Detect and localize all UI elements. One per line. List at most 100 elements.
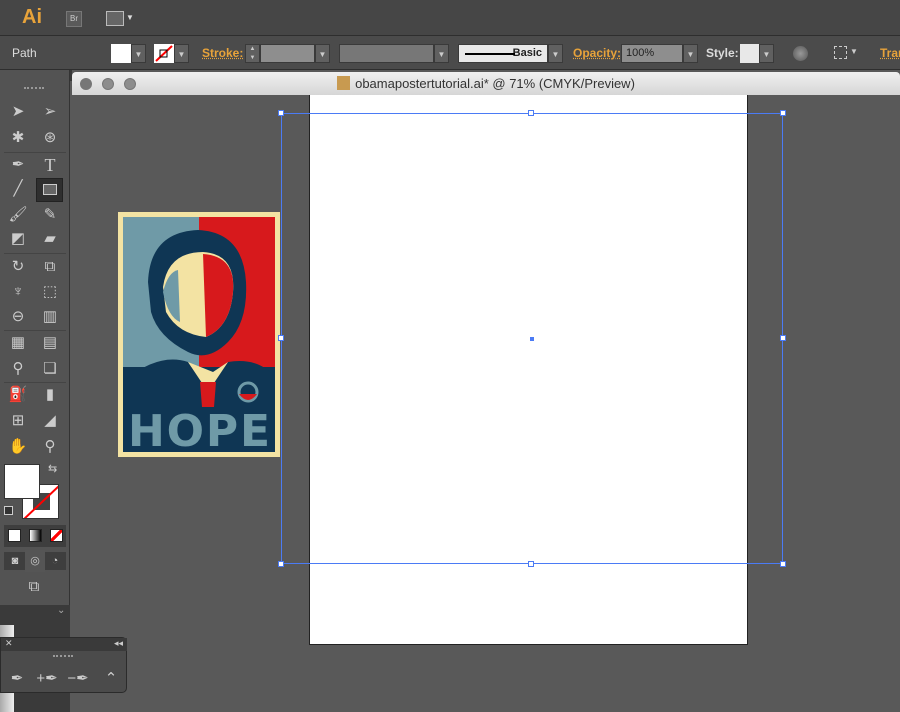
- color-mode-group: [4, 525, 66, 547]
- gradient-button[interactable]: [29, 529, 42, 542]
- slice-tool-icon[interactable]: ◢: [38, 410, 62, 432]
- direct-selection-tool-icon[interactable]: ➢: [38, 101, 62, 123]
- none-button[interactable]: [50, 529, 63, 542]
- zoom-tool-icon[interactable]: ⚲: [38, 436, 62, 458]
- gradient-tool-icon[interactable]: ▤: [38, 332, 62, 354]
- panel-header: ✕ ◂◂: [1, 638, 127, 651]
- blob-brush-tool-icon[interactable]: ◩: [6, 228, 30, 250]
- warp-tool-icon[interactable]: ♆: [6, 281, 30, 303]
- draw-behind-icon[interactable]: ◎: [25, 550, 45, 572]
- chevron-down-icon[interactable]: ▼: [850, 47, 858, 56]
- opacity-dropdown[interactable]: ▼: [683, 44, 698, 63]
- close-icon[interactable]: ✕: [5, 638, 13, 649]
- document-title-bar[interactable]: obamapostertutorial.ai* @ 71% (CMYK/Prev…: [72, 72, 900, 95]
- style-label: Style:: [706, 46, 739, 60]
- variable-width-profile[interactable]: [339, 44, 434, 63]
- divider: [4, 253, 66, 254]
- mesh-tool-icon[interactable]: ▦: [6, 332, 30, 354]
- isolate-selection-icon[interactable]: [834, 46, 847, 59]
- resize-handle[interactable]: [780, 110, 786, 116]
- scale-tool-icon[interactable]: ⧉: [38, 256, 62, 278]
- lasso-tool-icon[interactable]: ⊛: [38, 127, 62, 149]
- stroke-weight-input[interactable]: [260, 44, 315, 63]
- symbol-sprayer-tool-icon[interactable]: ⛽: [6, 384, 30, 406]
- brush-dropdown[interactable]: ▼: [548, 44, 563, 63]
- pencil-tool-icon[interactable]: ✎: [38, 204, 62, 226]
- artboard-tool-icon[interactable]: ⊞: [6, 410, 30, 432]
- blend-tool-icon[interactable]: ❏: [38, 358, 62, 380]
- panel-grip[interactable]: [53, 655, 73, 657]
- bridge-button[interactable]: Br: [66, 11, 82, 27]
- shape-builder-tool-icon[interactable]: ⊖: [6, 306, 30, 328]
- swap-colors-icon[interactable]: ⇆: [48, 462, 57, 475]
- brush-definition[interactable]: Basic: [458, 44, 548, 63]
- stroke-weight-dropdown[interactable]: ▼: [315, 44, 330, 63]
- add-anchor-point-tool-icon[interactable]: +✒: [35, 668, 59, 690]
- selection-type-label: Path: [12, 46, 37, 60]
- fill-dropdown[interactable]: ▼: [131, 44, 146, 63]
- resize-handle[interactable]: [528, 110, 534, 116]
- graphic-style-swatch[interactable]: [740, 44, 760, 63]
- arrange-documents-button[interactable]: [106, 11, 124, 26]
- perspective-grid-tool-icon[interactable]: ▥: [38, 306, 62, 328]
- resize-handle[interactable]: [278, 561, 284, 567]
- selection-tool-icon[interactable]: ➤: [6, 101, 30, 123]
- illustrator-logo: Ai: [22, 6, 42, 28]
- eraser-tool-icon[interactable]: ▰: [38, 228, 62, 250]
- resize-handle[interactable]: [278, 335, 284, 341]
- opacity-input[interactable]: 100%: [621, 44, 683, 63]
- ai-file-icon: [337, 76, 351, 90]
- line-tool-icon[interactable]: ╱: [6, 178, 30, 200]
- transform-label[interactable]: Tran: [880, 46, 900, 60]
- stroke-weight-stepper[interactable]: ▲ ▼: [245, 44, 260, 63]
- close-window-button[interactable]: [80, 78, 92, 90]
- convert-anchor-point-tool-icon[interactable]: ⌃: [99, 668, 123, 690]
- stroke-label[interactable]: Stroke:: [202, 46, 243, 60]
- default-colors-icon[interactable]: [4, 506, 13, 515]
- type-tool-icon[interactable]: T: [38, 154, 62, 176]
- resize-handle[interactable]: [278, 110, 284, 116]
- resize-handle[interactable]: [528, 561, 534, 567]
- selection-bounding-box[interactable]: [278, 110, 786, 567]
- opacity-label[interactable]: Opacity:: [573, 46, 621, 60]
- recolor-artwork-icon[interactable]: [793, 46, 808, 61]
- divider: [4, 382, 66, 383]
- paintbrush-tool-icon[interactable]: 🖌: [6, 204, 30, 226]
- profile-dropdown[interactable]: ▼: [434, 44, 449, 63]
- collapse-icon[interactable]: ◂◂: [114, 638, 123, 649]
- chevron-down-icon[interactable]: ⌄: [57, 605, 65, 616]
- resize-handle[interactable]: [780, 335, 786, 341]
- color-button[interactable]: [8, 529, 21, 542]
- style-dropdown[interactable]: ▼: [759, 44, 774, 63]
- minimize-window-button[interactable]: [102, 78, 114, 90]
- rectangle-tool-icon[interactable]: [36, 178, 63, 202]
- hope-poster-image[interactable]: HOPE: [118, 212, 280, 457]
- column-graph-tool-icon[interactable]: ▮: [38, 384, 62, 406]
- pen-tool-icon[interactable]: ✒: [6, 154, 30, 176]
- panel-grip[interactable]: [24, 87, 44, 89]
- pen-tool-icon[interactable]: ✒: [5, 668, 29, 690]
- document-title: obamapostertutorial.ai* @ 71% (CMYK/Prev…: [355, 76, 635, 91]
- draw-inside-icon[interactable]: ◔: [45, 550, 65, 572]
- chevron-down-icon[interactable]: ▼: [126, 13, 134, 22]
- control-panel: Path ▼ ▼ Stroke: ▲ ▼ ▼ ▼ Basic ▼ Opacity:…: [0, 36, 900, 70]
- delete-anchor-point-tool-icon[interactable]: −✒: [66, 668, 90, 690]
- fill-color-box[interactable]: [4, 464, 40, 499]
- stroke-dropdown[interactable]: ▼: [174, 44, 189, 63]
- stroke-swatch[interactable]: [154, 44, 174, 63]
- draw-normal-icon[interactable]: ◙: [5, 550, 25, 572]
- resize-handle[interactable]: [780, 561, 786, 567]
- rotate-tool-icon[interactable]: ↻: [6, 256, 30, 278]
- brush-name: Basic: [512, 47, 542, 59]
- screen-mode-icon[interactable]: ⧉: [22, 576, 46, 598]
- zoom-window-button[interactable]: [124, 78, 136, 90]
- free-transform-tool-icon[interactable]: ⬚: [38, 281, 62, 303]
- fill-swatch[interactable]: [111, 44, 131, 63]
- draw-mode-group: ◙ ◎ ◔: [4, 550, 66, 572]
- pen-tools-flyout-panel: ✕ ◂◂ ✒ +✒ −✒ ⌃: [0, 637, 127, 693]
- stroke-line-icon: [465, 53, 515, 55]
- divider: [4, 330, 66, 331]
- magic-wand-tool-icon[interactable]: ✱: [6, 127, 30, 149]
- eyedropper-tool-icon[interactable]: ⚲: [6, 358, 30, 380]
- hand-tool-icon[interactable]: ✋: [6, 436, 30, 458]
